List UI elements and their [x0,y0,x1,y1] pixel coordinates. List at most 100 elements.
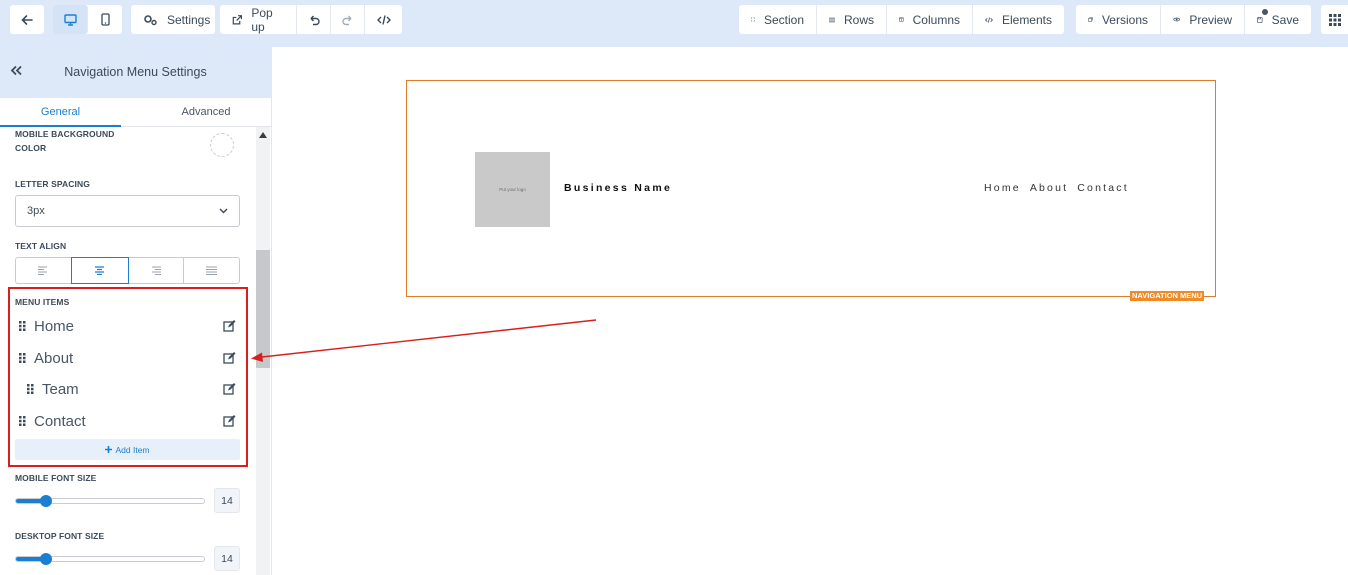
device-toggle [53,5,122,34]
mobile-bg-color-picker[interactable] [210,133,234,157]
desktop-font-size-input[interactable]: 14 [214,546,240,571]
menu-item-about[interactable]: About [19,347,73,369]
panel-header: Navigation Menu Settings [0,47,271,98]
popup-button[interactable]: Pop up [220,5,297,34]
scroll-up-arrow-icon[interactable] [259,132,267,138]
align-center-button[interactable] [71,257,129,284]
desktop-icon [63,13,77,26]
drag-handle-icon[interactable] [19,353,26,363]
redo-icon [341,15,351,25]
rows-label: Rows [843,12,874,27]
undo-icon [310,15,320,25]
align-justify-button[interactable] [184,258,239,283]
back-arrow-icon [10,5,44,34]
menu-items-label: MENU ITEMS [15,297,70,307]
popup-label: Pop up [251,5,273,34]
publish-group: Versions Preview Save [1076,5,1311,34]
desktop-font-size-slider[interactable] [15,553,205,565]
menu-item-label: About [34,349,74,367]
edit-icon[interactable] [223,352,236,364]
chevron-down-icon [219,208,228,214]
menu-item-label: Team [42,380,79,398]
panel-title: Navigation Menu Settings [64,65,207,79]
section-label: Section [763,12,804,27]
save-button[interactable]: Save [1245,5,1311,34]
drag-handle-icon[interactable] [19,416,26,426]
grid-icon [1321,5,1341,34]
edit-icon[interactable] [223,415,236,427]
desktop-view-button[interactable] [53,5,88,34]
code-icon [376,14,391,25]
undo-button[interactable] [297,5,331,34]
align-center-icon [95,266,105,275]
slider-knob[interactable] [40,553,52,565]
columns-button[interactable]: Columns [887,5,973,34]
external-link-icon [232,14,243,24]
versions-button[interactable]: Versions [1076,5,1161,34]
preview-label: Preview [1189,12,1232,27]
mobile-view-button[interactable] [88,5,122,34]
add-item-button[interactable]: Add Item [15,439,240,460]
align-left-icon [38,266,48,275]
unsaved-indicator [1262,9,1268,15]
letter-spacing-value: 3px [27,205,45,217]
logo-placeholder[interactable]: Put your logo [475,152,550,227]
add-item-label: Add Item [115,444,150,455]
top-toolbar: Settings Pop up Section Rows Columns Ele… [0,0,1348,47]
save-label: Save [1271,12,1299,27]
settings-label: Settings [167,12,211,27]
text-align-label: TEXT ALIGN [15,241,67,251]
nav-link-home[interactable]: Home [984,182,1021,194]
versions-icon [1088,17,1093,22]
section-button[interactable]: Section [739,5,817,34]
drag-handle-icon[interactable] [19,321,26,331]
slider-knob[interactable] [40,495,52,507]
apps-menu-button[interactable] [1321,5,1348,34]
rows-button[interactable]: Rows [817,5,887,34]
menu-item-contact[interactable]: Contact [19,410,86,432]
letter-spacing-select[interactable]: 3px [15,195,240,227]
back-button[interactable] [10,5,44,34]
plus-icon [105,446,113,453]
menu-item-home[interactable]: Home [19,315,74,337]
edit-icon[interactable] [223,383,236,395]
logo-placeholder-text: Put your logo [499,187,526,192]
align-left-button[interactable] [16,258,73,283]
section-icon [751,17,755,22]
elements-button[interactable]: Elements [973,5,1064,34]
text-align-group [15,257,240,284]
versions-label: Versions [1101,12,1148,27]
columns-icon [899,17,904,22]
structure-group: Section Rows Columns Elements [739,5,1064,34]
mobile-icon [100,13,110,26]
settings-button[interactable]: Settings [131,5,215,34]
scrollbar-thumb[interactable] [256,250,270,368]
elements-label: Elements [1001,12,1052,27]
mobile-bg-color-label: MOBILE BACKGROUND [15,129,115,139]
edit-icon[interactable] [223,320,236,332]
elements-code-icon [985,16,993,23]
tab-advanced[interactable]: Advanced [140,98,271,127]
desktop-font-size-label: DESKTOP FONT SIZE [15,531,105,541]
preview-button[interactable]: Preview [1161,5,1245,34]
redo-button[interactable] [331,5,365,34]
mobile-font-size-label: MOBILE FONT SIZE [15,473,97,483]
nav-link-about[interactable]: About [1030,182,1068,194]
align-justify-icon [205,266,217,275]
menu-item-team[interactable]: Team [27,378,79,400]
drag-handle-icon[interactable] [27,384,34,394]
columns-label: Columns [912,12,960,27]
mobile-font-size-slider[interactable] [15,495,205,507]
tab-general[interactable]: General [0,98,121,127]
code-button[interactable] [365,5,402,34]
menu-item-label: Contact [34,412,86,430]
letter-spacing-label: LETTER SPACING [15,179,90,189]
business-name[interactable]: Business Name [564,182,672,194]
panel-tabs: General Advanced [0,98,271,127]
mobile-font-size-input[interactable]: 14 [214,488,240,513]
settings-panel: Navigation Menu Settings General Advance… [0,47,272,575]
nav-link-contact[interactable]: Contact [1077,182,1129,194]
gears-icon [144,14,157,25]
align-right-button[interactable] [128,258,184,283]
save-icon [1257,16,1263,23]
